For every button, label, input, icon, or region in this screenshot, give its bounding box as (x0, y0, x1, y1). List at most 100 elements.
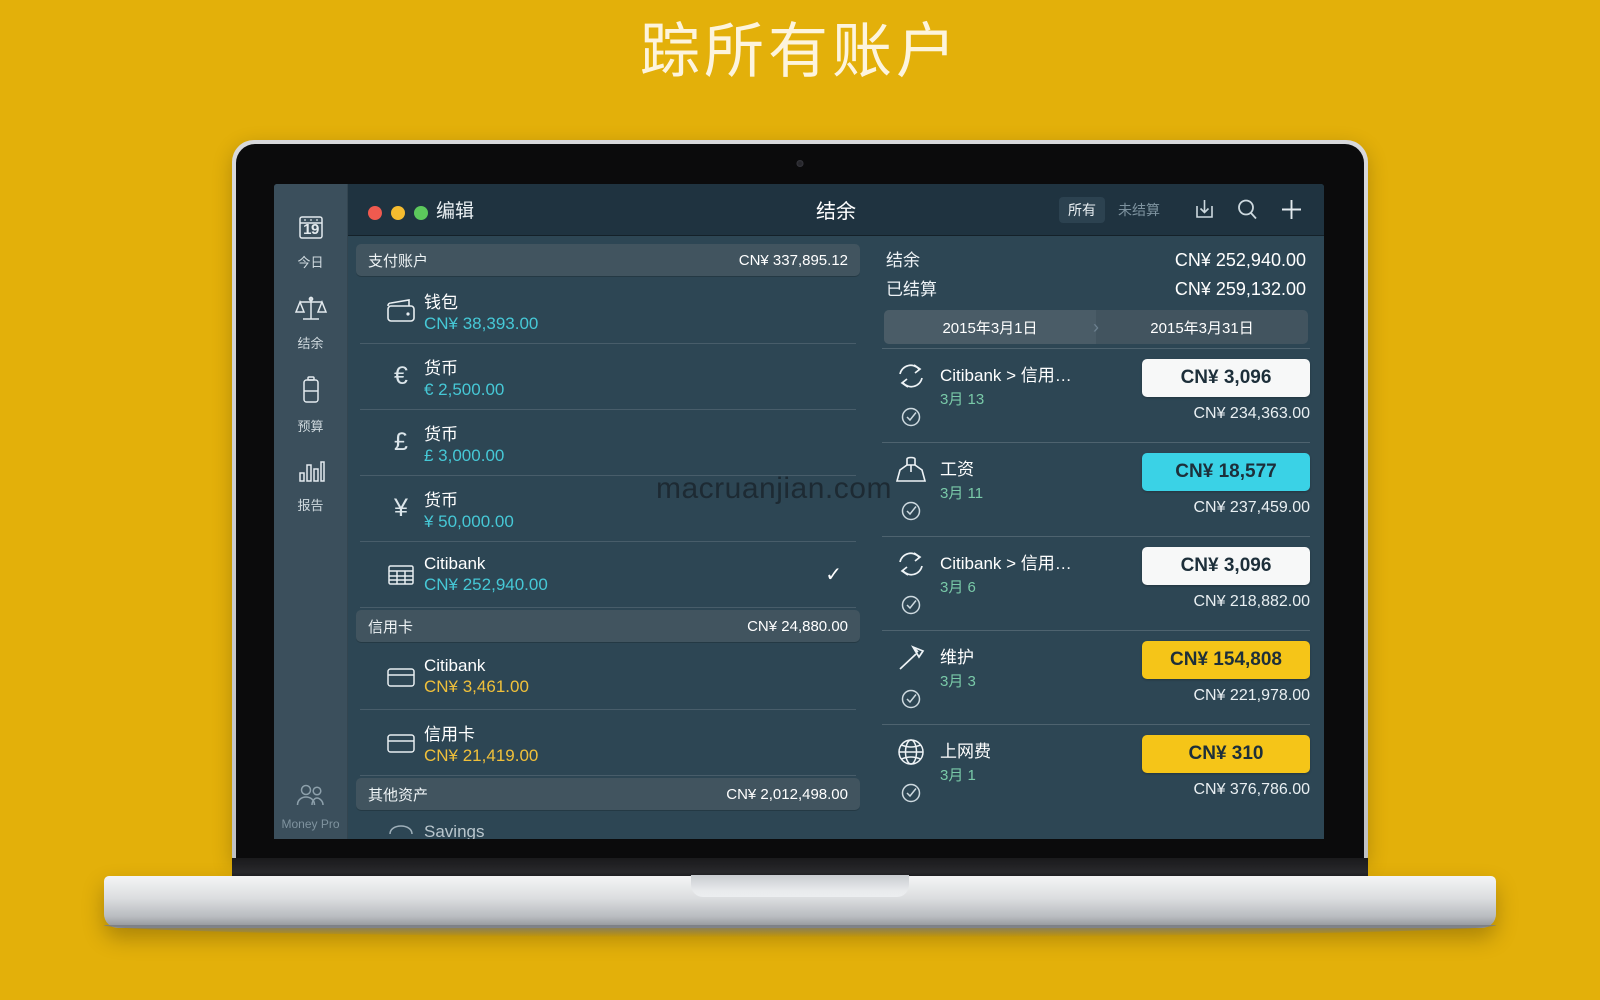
close-button[interactable] (368, 206, 382, 220)
transaction-row[interactable]: 工资 3月 11 CN¥ 18,577 CN¥ 237,459.00 (882, 442, 1310, 536)
group-total: CN¥ 2,012,498.00 (726, 785, 848, 803)
account-name: Savings (424, 822, 485, 839)
edit-button[interactable]: 编辑 (436, 196, 474, 223)
transaction-date: 3月 3 (940, 673, 976, 690)
account-row[interactable]: Citibank CN¥ 252,940.00 ✓ (360, 542, 856, 608)
sidebar-item-today[interactable]: 19 今日 (274, 212, 347, 271)
transaction-title: 上网费 (940, 742, 991, 761)
globe-icon (894, 737, 928, 772)
account-name: 货币 (424, 490, 458, 510)
content-area: 编辑 结余 所有 未结算 支付账户 CN¥ 337,895.12 钱包 CN¥ … (348, 184, 1324, 839)
cleared-check-icon[interactable] (900, 782, 922, 809)
webcam-icon (796, 160, 804, 167)
transaction-date: 3月 6 (940, 579, 976, 596)
cleared-check-icon[interactable] (900, 500, 922, 527)
date-to[interactable]: 2015年3月31日 (1096, 310, 1308, 344)
transfer-icon (894, 361, 928, 396)
account-name: 信用卡 (424, 724, 475, 744)
laptop-base (104, 875, 1496, 937)
account-name: 货币 (424, 424, 458, 444)
filter-segmented-control[interactable]: 所有 未结算 (1059, 196, 1169, 223)
transaction-date: 3月 11 (940, 485, 984, 502)
zoom-button[interactable] (414, 206, 428, 220)
transaction-title: Citibank > 信用… (940, 554, 1072, 573)
transaction-amount[interactable]: CN¥ 154,808 (1142, 641, 1310, 679)
group-name: 其他资产 (368, 786, 429, 804)
summary-balance-label: 结余 (886, 251, 920, 270)
sidebar-item-budget[interactable]: 预算 (274, 374, 347, 435)
window-controls[interactable] (368, 206, 428, 220)
euro-symbol-icon: € (394, 362, 408, 390)
transaction-row[interactable]: 维护 3月 3 CN¥ 154,808 CN¥ 221,978.00 (882, 630, 1310, 724)
summary-balance-value: CN¥ 252,940.00 (1174, 250, 1306, 270)
transaction-amount[interactable]: CN¥ 18,577 (1142, 453, 1310, 491)
account-row[interactable]: 钱包 CN¥ 38,393.00 (360, 278, 856, 344)
account-group-header[interactable]: 其他资产 CN¥ 2,012,498.00 (356, 778, 860, 810)
transaction-balance: CN¥ 218,882.00 (1193, 593, 1310, 610)
transaction-balance: CN¥ 376,786.00 (1193, 781, 1310, 798)
toolbar-actions: 所有 未结算 (1059, 195, 1306, 224)
add-icon[interactable] (1277, 195, 1306, 224)
account-row[interactable]: £ 货币 £ 3,000.00 (360, 410, 856, 476)
wallet-icon (378, 297, 424, 325)
sidebar: 19 今日 结余 预算 报告 Money Pro (274, 184, 348, 839)
transaction-amount[interactable]: CN¥ 310 (1142, 735, 1310, 773)
checkmark-icon: ✓ (825, 564, 842, 586)
account-amount: CN¥ 252,940.00 (424, 575, 548, 594)
group-total: CN¥ 337,895.12 (738, 251, 848, 269)
credit-card-icon (378, 731, 424, 755)
sidebar-item-label: 预算 (297, 419, 324, 434)
account-row[interactable]: ¥ 货币 ¥ 50,000.00 (360, 476, 856, 542)
account-row[interactable]: Citibank CN¥ 3,461.00 (360, 644, 856, 710)
toolbar: 编辑 结余 所有 未结算 (348, 184, 1324, 236)
account-name: Citibank (424, 656, 486, 675)
transaction-amount[interactable]: CN¥ 3,096 (1142, 547, 1310, 585)
cleared-check-icon[interactable] (900, 406, 922, 433)
summary-cleared-value: CN¥ 259,132.00 (1174, 279, 1306, 299)
app-screen: 19 今日 结余 预算 报告 Money Pro 编辑 结余 所有 未结算 支付… (274, 184, 1324, 839)
register-pane[interactable]: 结余 CN¥ 252,940.00 已结算 CN¥ 259,132.00 201… (868, 236, 1324, 839)
account-row[interactable]: 信用卡 CN¥ 21,419.00 (360, 710, 856, 776)
search-icon[interactable] (1234, 196, 1261, 223)
bar-chart-icon (296, 457, 326, 490)
accounts-pane[interactable]: 支付账户 CN¥ 337,895.12 钱包 CN¥ 38,393.00 € 货… (348, 236, 868, 839)
savings-icon (378, 822, 424, 839)
laptop-lid: 19 今日 结余 预算 报告 Money Pro 编辑 结余 所有 未结算 支付… (232, 140, 1368, 862)
sidebar-item-balance[interactable]: 结余 (274, 293, 347, 352)
account-row[interactable]: € 货币 € 2,500.00 (360, 344, 856, 410)
filter-uncleared[interactable]: 未结算 (1109, 197, 1169, 223)
transfer-icon (894, 549, 928, 584)
svg-text:19: 19 (303, 221, 319, 238)
transaction-row[interactable]: Citibank > 信用… 3月 13 CN¥ 3,096 CN¥ 234,3… (882, 348, 1310, 442)
account-row[interactable]: Savings (360, 812, 856, 839)
transaction-title: Citibank > 信用… (940, 366, 1072, 385)
date-range-selector[interactable]: 2015年3月1日 › 2015年3月31日 (884, 310, 1308, 344)
account-group-header[interactable]: 信用卡 CN¥ 24,880.00 (356, 610, 860, 642)
transaction-row[interactable]: 上网费 3月 1 CN¥ 310 CN¥ 376,786.00 (882, 724, 1310, 818)
import-icon[interactable] (1191, 196, 1218, 223)
transaction-date: 3月 13 (940, 391, 985, 408)
transaction-amount[interactable]: CN¥ 3,096 (1142, 359, 1310, 397)
sidebar-footer[interactable]: Money Pro (274, 781, 347, 831)
account-amount: CN¥ 21,419.00 (424, 745, 539, 765)
cleared-check-icon[interactable] (900, 594, 922, 621)
sidebar-item-label: 结余 (297, 336, 324, 351)
transaction-row[interactable]: Citibank > 信用… 3月 6 CN¥ 3,096 CN¥ 218,88… (882, 536, 1310, 630)
sidebar-item-label: 报告 (297, 498, 324, 513)
sidebar-item-reports[interactable]: 报告 (274, 457, 347, 514)
credit-card-icon (378, 665, 424, 689)
filter-all[interactable]: 所有 (1059, 196, 1105, 223)
minimize-button[interactable] (391, 206, 405, 220)
transaction-balance: CN¥ 237,459.00 (1193, 499, 1310, 516)
yen-symbol-icon: ¥ (394, 494, 408, 522)
date-from[interactable]: 2015年3月1日 › (884, 310, 1099, 344)
chevron-right-icon: › (1093, 316, 1099, 337)
summary-cleared-row: 已结算 CN¥ 259,132.00 (882, 275, 1310, 300)
account-group-header[interactable]: 支付账户 CN¥ 337,895.12 (356, 244, 860, 276)
money-pro-app: 19 今日 结余 预算 报告 Money Pro 编辑 结余 所有 未结算 支付… (274, 184, 1324, 839)
account-amount: CN¥ 38,393.00 (424, 313, 539, 333)
account-amount: € 2,500.00 (424, 379, 505, 399)
screen-bezel: 19 今日 结余 预算 报告 Money Pro 编辑 结余 所有 未结算 支付… (236, 144, 1364, 862)
cleared-check-icon[interactable] (900, 688, 922, 715)
transaction-balance: CN¥ 234,363.00 (1193, 405, 1310, 422)
